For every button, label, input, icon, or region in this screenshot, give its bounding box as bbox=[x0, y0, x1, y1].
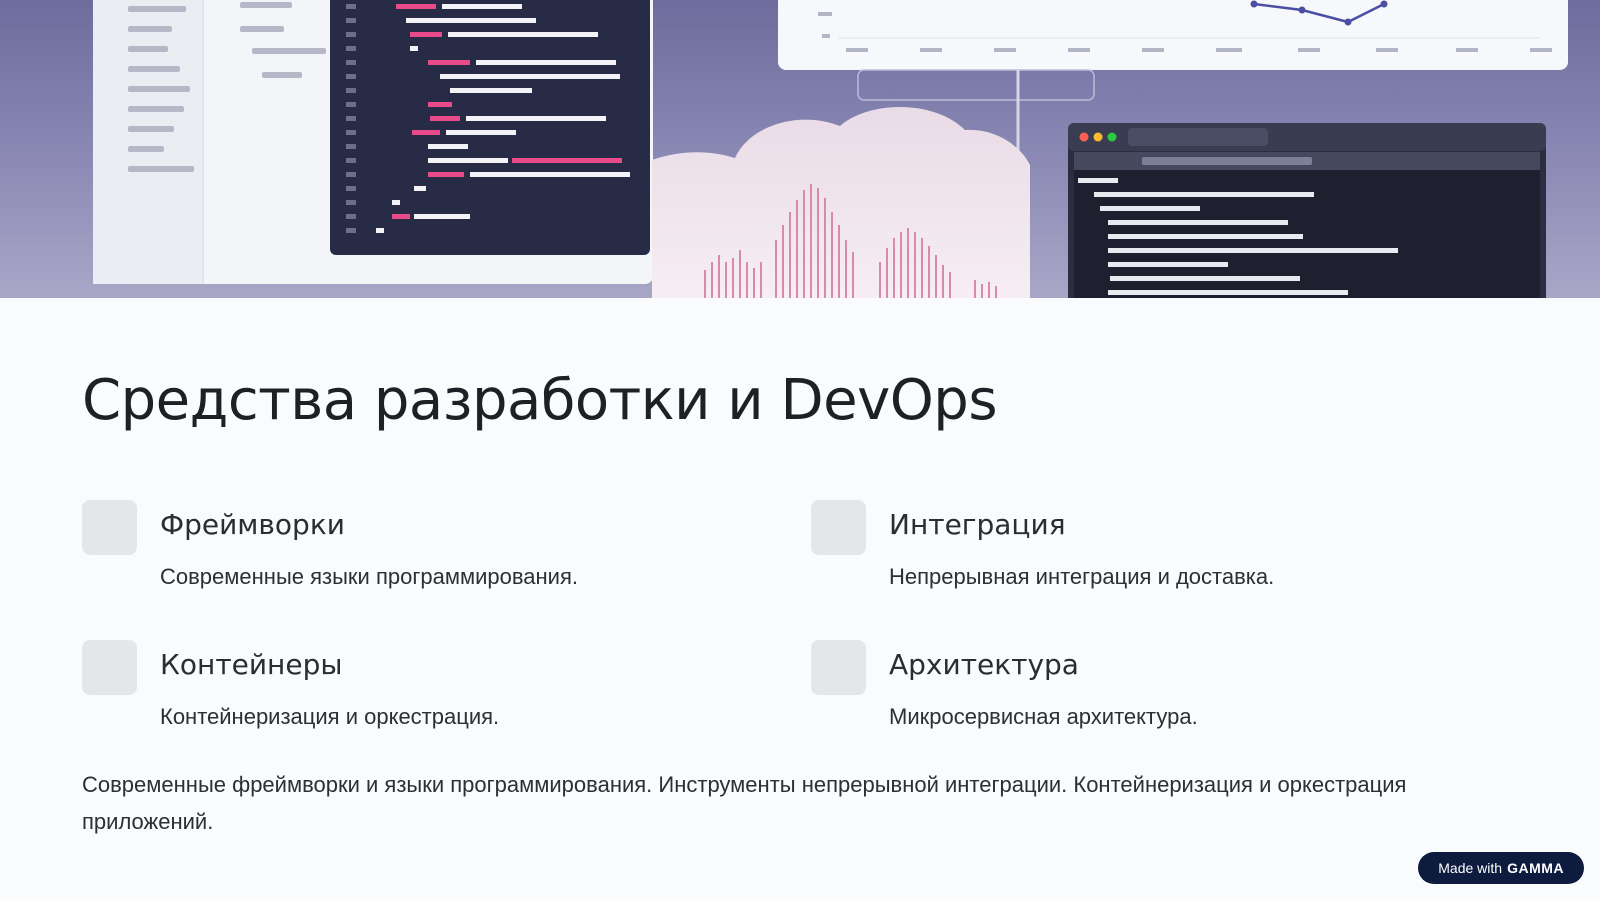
feature-integration: Интеграция Непрерывная интеграция и дост… bbox=[811, 500, 1491, 610]
gamma-logo: GAMMA bbox=[1507, 860, 1564, 876]
feature-frameworks: Фреймворки Современные языки программиро… bbox=[82, 500, 762, 610]
feature-icon-placeholder bbox=[82, 640, 137, 695]
feature-title: Контейнеры bbox=[160, 648, 343, 681]
feature-architecture: Архитектура Микросервисная архитектура. bbox=[811, 640, 1491, 750]
devops-illustration bbox=[93, 0, 1568, 298]
code-editor-illustration bbox=[330, 0, 650, 255]
feature-containers: Контейнеры Контейнеризация и оркестрация… bbox=[82, 640, 762, 750]
feature-icon-placeholder bbox=[82, 500, 137, 555]
page-title: Средства разработки и DevOps bbox=[82, 368, 998, 433]
feature-title: Архитектура bbox=[889, 648, 1079, 681]
summary-paragraph: Современные фреймворки и языки программи… bbox=[82, 772, 1407, 834]
feature-title: Интеграция bbox=[889, 508, 1066, 541]
hero-illustration bbox=[0, 0, 1600, 298]
terminal-illustration bbox=[1068, 123, 1546, 298]
made-with-gamma-badge[interactable]: Made with GAMMA bbox=[1418, 852, 1584, 884]
feature-description: Контейнеризация и оркестрация. bbox=[160, 704, 500, 729]
badge-prefix: Made with bbox=[1438, 860, 1503, 876]
feature-title: Фреймворки bbox=[160, 508, 345, 541]
feature-icon-placeholder bbox=[811, 500, 866, 555]
feature-description: Современные языки программирования. bbox=[160, 564, 578, 589]
cloud-bars-illustration bbox=[652, 106, 1030, 298]
feature-icon-placeholder bbox=[811, 640, 866, 695]
feature-description: Непрерывная интеграция и доставка. bbox=[889, 564, 1275, 589]
feature-description: Микросервисная архитектура. bbox=[889, 704, 1198, 729]
window-controls-icon bbox=[1079, 132, 1089, 142]
